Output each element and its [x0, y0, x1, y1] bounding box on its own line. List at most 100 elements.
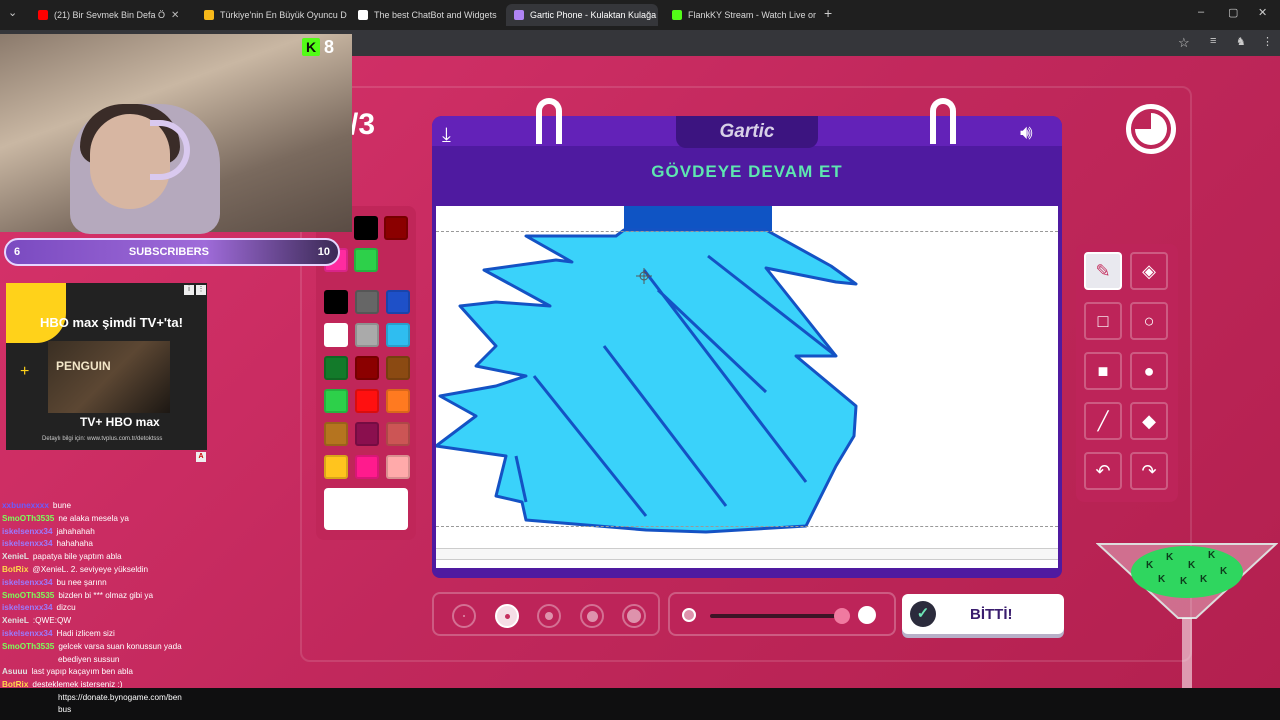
- timer-icon: [1126, 104, 1176, 154]
- minimize-button[interactable]: –: [1198, 6, 1204, 18]
- palette-swatch-10[interactable]: [324, 389, 348, 413]
- notebook-ring-right: [930, 98, 956, 144]
- youtube-icon: [38, 10, 48, 20]
- palette-swatch-7[interactable]: [324, 356, 348, 380]
- browser-tab-5[interactable]: FlankKY Stream - Watch Live or✕: [664, 4, 816, 26]
- browser-tab-title: (21) Bir Sevmek Bin Defa Ö: [54, 10, 166, 20]
- donate-line2: bus: [58, 705, 72, 714]
- chat-text: papatya bile yaptım abla: [32, 552, 122, 562]
- bucket-icon: ◆: [1142, 410, 1156, 431]
- brush-size-2[interactable]: [495, 604, 519, 628]
- redo-tool-button[interactable]: ↷: [1130, 452, 1168, 490]
- chat-text: hahahaha: [56, 539, 93, 549]
- tab-search-icon[interactable]: ⌄: [8, 6, 17, 19]
- eraser-tool-button[interactable]: ◈: [1130, 252, 1168, 290]
- bucket-tool-button[interactable]: ◆: [1130, 402, 1168, 440]
- tab-close-icon[interactable]: ✕: [171, 10, 179, 21]
- subscriber-goal: 10: [317, 246, 330, 258]
- tool-panel: ✎ ◈ □ ○ ■ ● ╱ ◆ ↶ ↷: [1076, 244, 1178, 502]
- browser-tab-4[interactable]: Gartic Phone - Kulaktan Kulağa✕: [506, 4, 658, 26]
- palette-swatch-4[interactable]: [324, 323, 348, 347]
- pencil-icon: ✎: [1095, 260, 1111, 281]
- menu-kebab-icon[interactable]: ⋮: [1262, 35, 1273, 48]
- rectangle-outline-tool-button[interactable]: □: [1084, 302, 1122, 340]
- palette-swatch-top-1[interactable]: [354, 216, 378, 240]
- done-button[interactable]: ✓ BİTTİ!: [902, 594, 1064, 634]
- palette-swatch-17[interactable]: [355, 455, 379, 479]
- pencil-tool-button[interactable]: ✎: [1084, 252, 1122, 290]
- palette-swatch-6[interactable]: [386, 323, 410, 347]
- palette-swatch-12[interactable]: [386, 389, 410, 413]
- undo-tool-button[interactable]: ↶: [1084, 452, 1122, 490]
- palette-swatch-top-2[interactable]: [384, 216, 408, 240]
- browser-tab-2[interactable]: Türkiye'nin En Büyük Oyuncu D✕: [196, 4, 348, 26]
- palette-swatch-9[interactable]: [386, 356, 410, 380]
- palette-swatch-5[interactable]: [355, 323, 379, 347]
- ad-info-icon[interactable]: i: [184, 285, 194, 295]
- viewer-count: 8: [324, 36, 335, 57]
- bookmark-star-icon[interactable]: ☆: [1178, 35, 1190, 51]
- rectangle-outline-icon: □: [1097, 310, 1109, 331]
- palette-swatch-top-4[interactable]: [354, 248, 378, 272]
- chat-username: XenieL: [2, 552, 29, 562]
- opacity-low-icon: [682, 608, 696, 622]
- palette-swatch-13[interactable]: [324, 422, 348, 446]
- rectangle-fill-tool-button[interactable]: ■: [1084, 352, 1122, 390]
- chat-text: dizcu: [56, 603, 76, 613]
- chat-message: iskelsenxx34 hahahaha: [2, 538, 298, 551]
- rectangle-fill-icon: ■: [1097, 360, 1109, 381]
- kick-viewer-badge: K 8: [302, 36, 350, 58]
- svg-text:K: K: [1180, 576, 1188, 587]
- previous-drawing-part: [624, 206, 772, 232]
- redo-icon: ↷: [1141, 460, 1157, 481]
- browser-tab-3[interactable]: The best ChatBot and Widgets✕: [350, 4, 502, 26]
- browser-tab-title: The best ChatBot and Widgets: [374, 10, 497, 20]
- line-tool-button[interactable]: ╱: [1084, 402, 1122, 440]
- brush-size-5[interactable]: [622, 604, 646, 628]
- speaker-icon[interactable]: 🔊︎: [1020, 122, 1033, 145]
- palette-swatch-15[interactable]: [386, 422, 410, 446]
- svg-text:K: K: [1220, 566, 1228, 577]
- advertisement[interactable]: HBO max şimdi TV+'ta! PENGUIN TV+ HBO ma…: [6, 283, 207, 450]
- chat-message: iskelsenxx34 jahahahah: [2, 526, 298, 539]
- chat-username: XenieL: [2, 616, 29, 626]
- palette-swatch-11[interactable]: [355, 389, 379, 413]
- ad-badge: A: [196, 452, 206, 462]
- canvas-guide-bottom: [436, 526, 1058, 527]
- ad-close-icon[interactable]: ⋮: [196, 285, 206, 295]
- round-counter: /3: [350, 108, 376, 141]
- palette-swatch-1[interactable]: [324, 290, 348, 314]
- chat-message: Asuuu last yapıp kaçayım ben abla: [2, 666, 298, 679]
- drawing-canvas[interactable]: [434, 206, 1058, 568]
- browser-tab-1[interactable]: (21) Bir Sevmek Bin Defa Ö ✕: [30, 4, 182, 26]
- chat-username: iskelsenxx34: [2, 539, 53, 549]
- chat-text: bu nee şarınn: [56, 577, 107, 587]
- palette-swatch-14[interactable]: [355, 422, 379, 446]
- ellipse-outline-tool-button[interactable]: ○: [1130, 302, 1168, 340]
- palette-swatch-8[interactable]: [355, 356, 379, 380]
- palette-swatch-3[interactable]: [386, 290, 410, 314]
- chat-username: iskelsenxx34: [2, 526, 53, 536]
- chat-username: SmoOTh3535: [2, 513, 55, 523]
- download-icon[interactable]: ⤓: [442, 124, 451, 147]
- new-tab-button[interactable]: +: [824, 5, 832, 21]
- opacity-track[interactable]: [710, 614, 842, 618]
- chat-message: ebediyen sussun: [2, 654, 298, 667]
- opacity-handle[interactable]: [834, 608, 850, 624]
- brush-size-1[interactable]: [452, 604, 476, 628]
- palette-swatch-18[interactable]: [386, 455, 410, 479]
- kick-icon: [672, 10, 682, 20]
- brush-size-4[interactable]: [580, 604, 604, 628]
- palette-swatch-16[interactable]: [324, 455, 348, 479]
- svg-text:K: K: [1158, 574, 1166, 585]
- maximize-button[interactable]: ▢: [1228, 6, 1238, 19]
- chat-username: Asuuu: [2, 667, 28, 677]
- reading-list-icon[interactable]: ≡: [1210, 35, 1216, 47]
- chat-message: xxbunexxxx bune: [2, 500, 298, 513]
- close-window-button[interactable]: ✕: [1258, 6, 1267, 19]
- ellipse-fill-tool-button[interactable]: ●: [1130, 352, 1168, 390]
- svg-text:K: K: [1166, 552, 1174, 563]
- palette-swatch-2[interactable]: [355, 290, 379, 314]
- brush-size-3[interactable]: [537, 604, 561, 628]
- extension-icon[interactable]: ♞: [1236, 35, 1246, 48]
